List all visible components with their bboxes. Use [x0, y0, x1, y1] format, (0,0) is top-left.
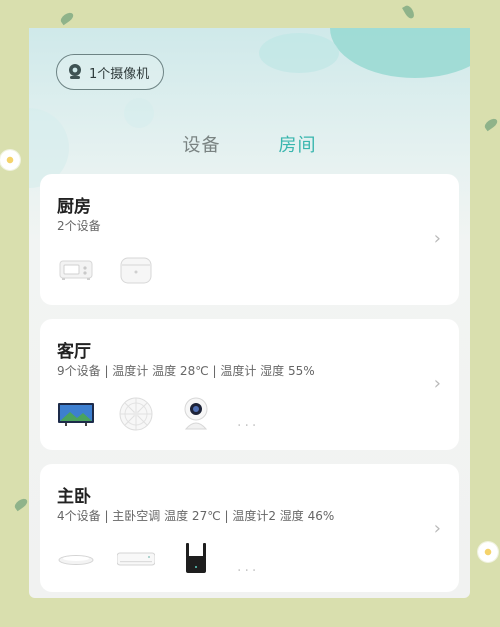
flower-decoration [0, 150, 20, 170]
more-devices-indicator: ... [237, 414, 260, 430]
room-card-master-bedroom[interactable]: 主卧 4个设备 | 主卧空调 温度 27℃ | 温度计2 湿度 46% › ..… [40, 464, 459, 592]
room-summary: 2个设备 [57, 219, 101, 233]
tab-rooms[interactable]: 房间 [279, 131, 317, 157]
chevron-right-icon: › [433, 373, 441, 394]
view-tabs: 设备 房间 [29, 131, 470, 157]
device-list: ... [57, 395, 259, 433]
background-blob [124, 98, 154, 128]
room-summary: 9个设备 | 温度计 温度 28℃ | 温度计 湿度 55% [57, 364, 315, 378]
camera-count-label: 1个摄像机 [89, 66, 150, 82]
wifi-extender-icon [177, 540, 215, 578]
room-name: 主卧 [57, 487, 91, 507]
app-screen: 1个摄像机 设备 房间 厨房 2个设备 › 客厅 9个设备 | 温度计 温度 2… [29, 28, 470, 598]
room-name: 厨房 [57, 197, 91, 217]
background-blob [259, 33, 339, 73]
room-card-living-room[interactable]: 客厅 9个设备 | 温度计 温度 28℃ | 温度计 湿度 55% › ... [40, 319, 459, 450]
room-card-kitchen[interactable]: 厨房 2个设备 › [40, 174, 459, 305]
chevron-right-icon: › [433, 228, 441, 249]
room-name: 客厅 [57, 342, 91, 362]
ceiling-light-icon [57, 540, 95, 578]
flower-decoration [478, 542, 498, 562]
device-list: ... [57, 540, 259, 578]
tab-devices[interactable]: 设备 [183, 131, 221, 157]
background-blob [330, 28, 470, 78]
rice-cooker-icon [117, 250, 155, 288]
camera-icon [67, 63, 83, 81]
chevron-right-icon: › [433, 518, 441, 539]
room-summary: 4个设备 | 主卧空调 温度 27℃ | 温度计2 湿度 46% [57, 509, 335, 523]
camera-count-button[interactable]: 1个摄像机 [56, 54, 165, 90]
leaf-decoration [12, 496, 30, 512]
tv-icon [57, 395, 95, 433]
microwave-icon [57, 250, 95, 288]
air-conditioner-icon [116, 540, 156, 578]
device-list [57, 250, 155, 288]
fan-icon [117, 395, 155, 433]
leaf-decoration [402, 3, 416, 21]
more-devices-indicator: ... [237, 559, 260, 575]
camera-icon [177, 395, 215, 433]
leaf-decoration [482, 116, 500, 132]
leaf-decoration [58, 10, 76, 26]
